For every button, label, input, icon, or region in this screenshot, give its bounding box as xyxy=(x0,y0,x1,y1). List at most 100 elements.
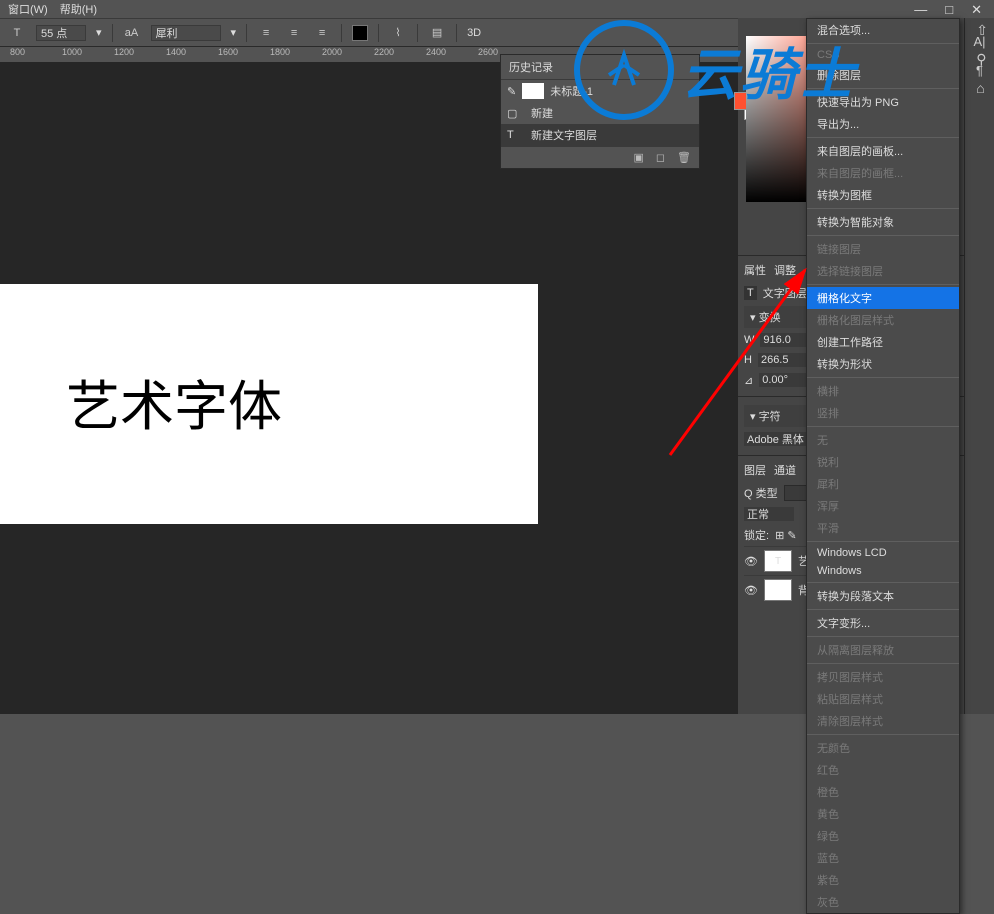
dock-strip: A| ¶ xyxy=(964,18,994,714)
divider xyxy=(341,24,342,42)
menu-separator xyxy=(807,137,959,138)
share-icon[interactable]: ⇧ xyxy=(976,22,988,39)
align-right-icon[interactable]: ≡ xyxy=(313,24,331,42)
history-item[interactable]: T 新建文字图层 xyxy=(501,124,699,146)
window-controls: — □ ✕ xyxy=(902,0,994,20)
context-menu-item[interactable]: 删除图层 xyxy=(807,64,959,86)
snapshot-icon[interactable]: ◻ xyxy=(656,151,665,164)
menu-window[interactable]: 窗口(W) xyxy=(8,1,48,17)
brush-icon: ✎ xyxy=(507,85,516,98)
lock-icons[interactable]: ⊞ ✎ xyxy=(775,529,797,542)
context-menu-item: 红色 xyxy=(807,759,959,781)
w-label: W xyxy=(744,334,754,346)
context-menu-item[interactable]: Windows xyxy=(807,562,959,580)
align-left-icon[interactable]: ≡ xyxy=(257,24,275,42)
context-menu-item: CSS xyxy=(807,46,959,64)
menu-separator xyxy=(807,426,959,427)
tab-adjustments[interactable]: 调整 xyxy=(774,262,796,278)
ruler-tick: 2000 xyxy=(322,47,342,57)
blend-mode-select[interactable] xyxy=(744,507,794,521)
menu-separator xyxy=(807,235,959,236)
context-menu-item: 橙色 xyxy=(807,781,959,803)
char-panel-icon[interactable]: ▤ xyxy=(428,24,446,42)
text-layer-icon: T xyxy=(507,129,525,141)
font-size-label: T xyxy=(8,24,26,42)
context-menu-item[interactable]: 文字变形... xyxy=(807,612,959,634)
ruler-tick: 800 xyxy=(10,47,25,57)
context-menu-item[interactable]: 导出为... xyxy=(807,113,959,135)
context-menu-item[interactable]: 转换为智能对象 xyxy=(807,211,959,233)
aa-select[interactable] xyxy=(151,25,221,41)
context-menu-item: 链接图层 xyxy=(807,238,959,260)
layer-type-label: 文字图层 xyxy=(763,285,807,301)
context-menu-item: 无 xyxy=(807,429,959,451)
close-icon[interactable]: ✕ xyxy=(971,2,982,18)
menu-separator xyxy=(807,734,959,735)
ruler-tick: 2200 xyxy=(374,47,394,57)
divider xyxy=(378,24,379,42)
font-size-input[interactable] xyxy=(36,25,86,41)
camera-icon[interactable]: ▣ xyxy=(633,151,643,164)
angle-icon: ⊿ xyxy=(744,374,753,387)
search-icon[interactable]: ⚲ xyxy=(976,51,988,68)
ruler-tick: 1800 xyxy=(270,47,290,57)
dropdown-icon[interactable]: ▾ xyxy=(231,26,237,39)
context-menu-item: 绿色 xyxy=(807,825,959,847)
chevron-down-icon: ▾ xyxy=(750,312,759,324)
context-menu-item: 从隔离图层释放 xyxy=(807,639,959,661)
menu-separator xyxy=(807,208,959,209)
width-input[interactable] xyxy=(760,333,810,347)
text-color-swatch[interactable] xyxy=(352,25,368,41)
artboard[interactable]: 艺术字体 xyxy=(0,284,538,524)
ruler-tick: 2400 xyxy=(426,47,446,57)
tab-channels[interactable]: 通道 xyxy=(774,462,796,478)
layer-context-menu: 混合选项...CSS删除图层快速导出为 PNG导出为...来自图层的画板...来… xyxy=(806,18,960,914)
context-menu-item[interactable]: 创建工作路径 xyxy=(807,331,959,353)
tab-properties[interactable]: 属性 xyxy=(744,262,766,278)
context-menu-item: 锐利 xyxy=(807,451,959,473)
history-document-row[interactable]: ✎ 未标题-1 xyxy=(501,80,699,102)
menu-help[interactable]: 帮助(H) xyxy=(60,1,97,17)
context-menu-item[interactable]: 转换为段落文本 xyxy=(807,585,959,607)
filter-label: Q 类型 xyxy=(744,485,778,501)
divider xyxy=(246,24,247,42)
new-icon: ▢ xyxy=(507,107,525,120)
context-menu-item: 清除图层样式 xyxy=(807,710,959,732)
maximize-icon[interactable]: □ xyxy=(945,2,953,18)
context-menu-item[interactable]: 栅格化文字 xyxy=(807,287,959,309)
lock-label: 锁定: xyxy=(744,527,769,543)
context-menu-item: 灰色 xyxy=(807,891,959,913)
context-menu-item: 平滑 xyxy=(807,517,959,539)
history-doc-name: 未标题-1 xyxy=(550,83,593,99)
home-icon[interactable]: ⌂ xyxy=(976,80,988,96)
divider xyxy=(456,24,457,42)
3d-button[interactable]: 3D xyxy=(467,27,481,39)
minimize-icon[interactable]: — xyxy=(914,2,927,18)
warp-text-icon[interactable]: ⌇ xyxy=(389,24,407,42)
tab-layers[interactable]: 图层 xyxy=(744,462,766,478)
ruler-tick: 2600 xyxy=(478,47,498,57)
visibility-icon[interactable]: 👁 xyxy=(744,584,758,597)
visibility-icon[interactable]: 👁 xyxy=(744,555,758,568)
dropdown-icon[interactable]: ▾ xyxy=(96,26,102,39)
aa-label: aA xyxy=(123,24,141,42)
history-tab[interactable]: 历史记录 xyxy=(501,55,699,80)
height-input[interactable] xyxy=(758,353,808,367)
align-center-icon[interactable]: ≡ xyxy=(285,24,303,42)
ruler-tick: 1000 xyxy=(62,47,82,57)
context-menu-item[interactable]: Windows LCD xyxy=(807,544,959,562)
context-menu-item: 栅格化图层样式 xyxy=(807,309,959,331)
context-menu-item[interactable]: 转换为图框 xyxy=(807,184,959,206)
menu-separator xyxy=(807,284,959,285)
layer-thumb xyxy=(764,579,792,601)
context-menu-item[interactable]: 来自图层的画板... xyxy=(807,140,959,162)
context-menu-item: 犀利 xyxy=(807,473,959,495)
context-menu-item[interactable]: 混合选项... xyxy=(807,19,959,41)
context-menu-item[interactable]: 快速导出为 PNG xyxy=(807,91,959,113)
angle-input[interactable] xyxy=(759,373,809,387)
context-menu-item[interactable]: 转换为形状 xyxy=(807,353,959,375)
history-item[interactable]: ▢ 新建 xyxy=(501,102,699,124)
menu-separator xyxy=(807,88,959,89)
trash-icon[interactable]: 🗑 xyxy=(677,151,691,164)
canvas-text[interactable]: 艺术字体 xyxy=(66,362,282,441)
